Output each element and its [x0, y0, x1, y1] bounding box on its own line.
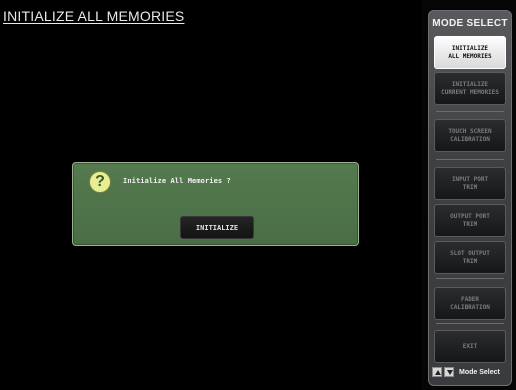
up-arrow-icon[interactable] — [432, 367, 442, 377]
output-port-trim-button[interactable]: OUTPUT PORT TRIM — [434, 204, 506, 237]
slot-output-trim-button[interactable]: SLOT OUTPUT TRIM — [434, 241, 506, 274]
dialog-message: Initialize All Memories ? — [123, 177, 231, 185]
down-arrow-icon[interactable] — [444, 367, 454, 377]
initialize-current-memories-button[interactable]: INITIALIZE CURRENT MEMORIES — [434, 72, 506, 105]
question-icon: ? — [89, 171, 111, 193]
initialize-all-memories-button[interactable]: INITIALIZE ALL MEMORIES — [434, 36, 506, 69]
divider — [436, 111, 504, 112]
main-area: INITIALIZE ALL MEMORIES ? Initialize All… — [0, 0, 422, 390]
divider — [436, 323, 504, 324]
initialize-button[interactable]: INITIALIZE — [180, 216, 254, 239]
sidebar-title: MODE SELECT — [432, 18, 508, 29]
mode-select-label: Mode Select — [459, 368, 500, 376]
mode-select-footer: Mode Select — [432, 363, 511, 381]
page-title: INITIALIZE ALL MEMORIES — [3, 8, 185, 24]
divider — [436, 159, 504, 160]
divider — [436, 278, 504, 279]
fader-calibration-button[interactable]: FADER CALIBRATION — [434, 287, 506, 320]
mode-select-sidebar: MODE SELECT INITIALIZE ALL MEMORIES INIT… — [428, 10, 512, 386]
exit-button[interactable]: EXIT — [434, 330, 506, 363]
touch-screen-calibration-button[interactable]: TOUCH SCREEN CALIBRATION — [434, 119, 506, 152]
input-port-trim-button[interactable]: INPUT PORT TRIM — [434, 167, 506, 200]
confirm-dialog: ? Initialize All Memories ? INITIALIZE — [72, 162, 359, 246]
